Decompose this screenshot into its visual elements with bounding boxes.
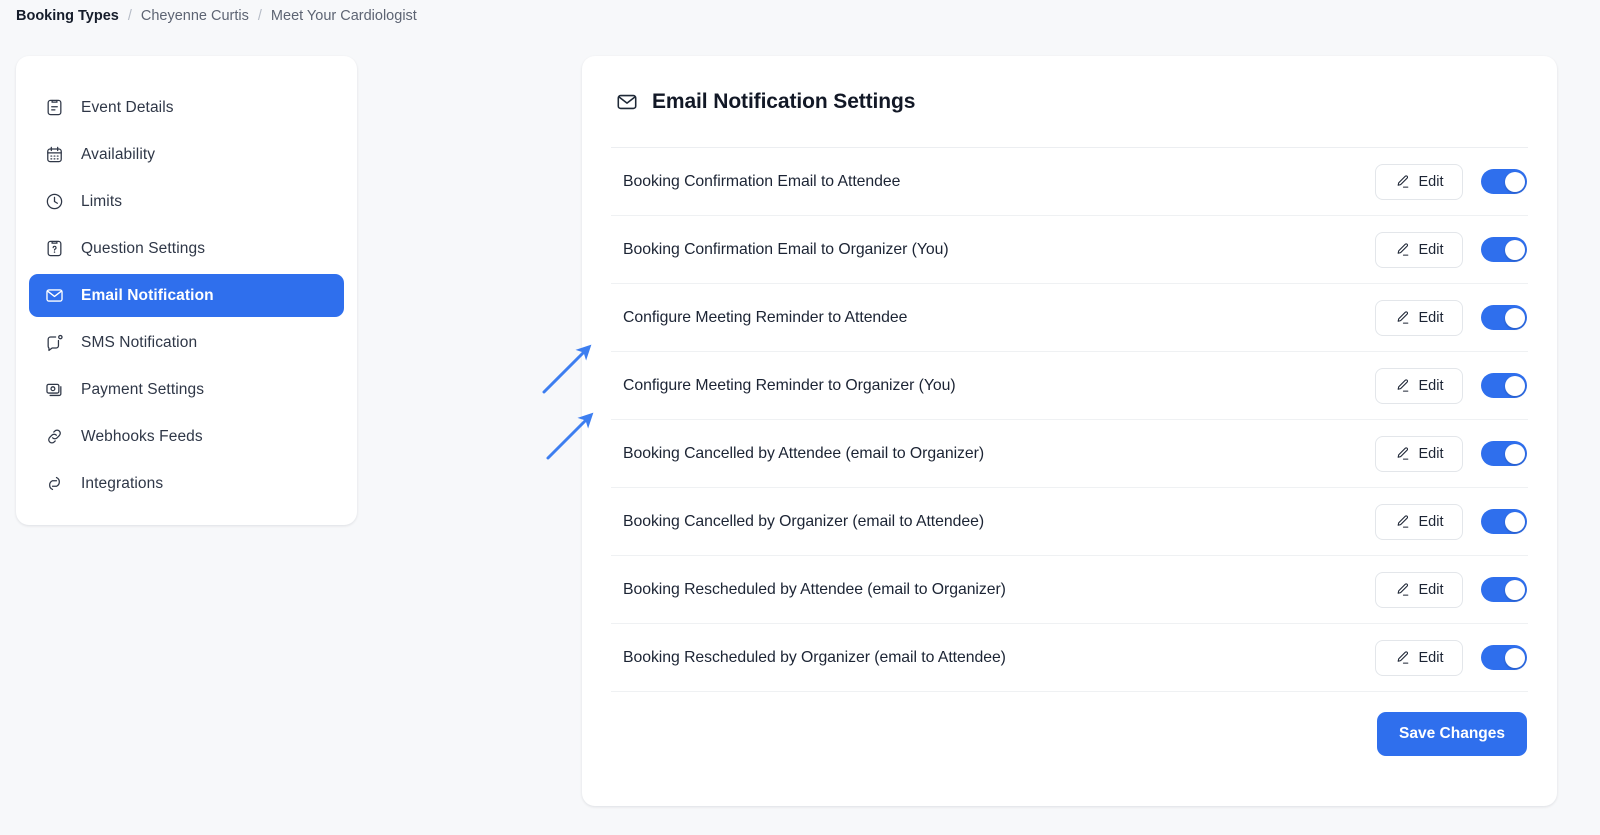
- row-label: Booking Rescheduled by Attendee (email t…: [623, 580, 1006, 598]
- sidebar-item-label: Availability: [81, 145, 156, 163]
- sidebar-item-payment-settings[interactable]: Payment Settings: [29, 368, 344, 411]
- toggle-knob: [1504, 171, 1525, 192]
- edit-button[interactable]: Edit: [1375, 503, 1463, 540]
- sidebar-item-question-settings[interactable]: Question Settings: [29, 227, 344, 270]
- sidebar-item-label: Webhooks Feeds: [81, 427, 203, 445]
- sidebar-item-label: SMS Notification: [81, 333, 198, 351]
- row-label: Booking Cancelled by Attendee (email to …: [623, 444, 985, 462]
- pencil-icon: [1395, 650, 1410, 665]
- settings-sidebar: Event Details Availability Limits Questi…: [16, 56, 357, 525]
- sidebar-item-label: Event Details: [81, 98, 174, 116]
- envelope-icon: [616, 91, 638, 113]
- integrations-icon: [45, 474, 64, 493]
- clock-icon: [45, 192, 64, 211]
- pencil-icon: [1395, 582, 1410, 597]
- toggle-knob: [1504, 239, 1525, 260]
- toggle-knob: [1504, 375, 1525, 396]
- enable-toggle[interactable]: [1481, 237, 1527, 262]
- link-icon: [45, 427, 64, 446]
- row-label: Booking Cancelled by Organizer (email to…: [623, 512, 985, 530]
- enable-toggle[interactable]: [1481, 305, 1527, 330]
- envelope-icon: [45, 286, 64, 305]
- enable-toggle[interactable]: [1481, 373, 1527, 398]
- edit-button[interactable]: Edit: [1375, 231, 1463, 268]
- save-changes-button[interactable]: Save Changes: [1377, 712, 1527, 756]
- edit-button[interactable]: Edit: [1375, 299, 1463, 336]
- edit-button-label: Edit: [1418, 649, 1444, 666]
- app-root: Booking Types / Cheyenne Curtis / Meet Y…: [0, 0, 1600, 835]
- table-row: Booking Rescheduled by Attendee (email t…: [611, 556, 1528, 624]
- edit-button-label: Edit: [1418, 241, 1444, 258]
- edit-button[interactable]: Edit: [1375, 639, 1463, 676]
- sidebar-item-email-notification[interactable]: Email Notification: [29, 274, 344, 317]
- page-title: Email Notification Settings: [652, 89, 916, 113]
- question-clipboard-icon: [45, 239, 64, 258]
- edit-button-label: Edit: [1418, 309, 1444, 326]
- payment-card-icon: [45, 380, 64, 399]
- pencil-icon: [1395, 310, 1410, 325]
- enable-toggle[interactable]: [1481, 441, 1527, 466]
- row-label: Configure Meeting Reminder to Organizer …: [623, 376, 956, 394]
- breadcrumb-item-booking-types[interactable]: Booking Types: [16, 8, 119, 24]
- clipboard-icon: [45, 98, 64, 117]
- panel-header: Email Notification Settings: [611, 56, 1528, 147]
- row-label: Booking Confirmation Email to Organizer …: [623, 240, 949, 258]
- table-row: Booking Confirmation Email to Attendee E…: [611, 148, 1528, 216]
- edit-button-label: Edit: [1418, 173, 1444, 190]
- edit-button[interactable]: Edit: [1375, 435, 1463, 472]
- enable-toggle[interactable]: [1481, 509, 1527, 534]
- breadcrumb-item-meet-your-cardiologist[interactable]: Meet Your Cardiologist: [271, 8, 417, 24]
- sidebar-item-event-details[interactable]: Event Details: [29, 86, 344, 129]
- pencil-icon: [1395, 174, 1410, 189]
- row-label: Configure Meeting Reminder to Attendee: [623, 308, 908, 326]
- sidebar-item-label: Question Settings: [81, 239, 206, 257]
- sidebar-item-availability[interactable]: Availability: [29, 133, 344, 176]
- row-label: Booking Confirmation Email to Attendee: [623, 172, 901, 190]
- edit-button[interactable]: Edit: [1375, 163, 1463, 200]
- breadcrumb-item-cheyenne-curtis[interactable]: Cheyenne Curtis: [141, 8, 249, 24]
- table-row: Booking Rescheduled by Organizer (email …: [611, 624, 1528, 692]
- edit-button-label: Edit: [1418, 445, 1444, 462]
- sidebar-item-label: Limits: [81, 192, 123, 210]
- sidebar-item-label: Payment Settings: [81, 380, 205, 398]
- notification-rows: Booking Confirmation Email to Attendee E…: [611, 148, 1528, 692]
- calendar-icon: [45, 145, 64, 164]
- toggle-knob: [1504, 511, 1525, 532]
- toggle-knob: [1504, 647, 1525, 668]
- edit-button-label: Edit: [1418, 581, 1444, 598]
- enable-toggle[interactable]: [1481, 169, 1527, 194]
- panel-footer: Save Changes: [611, 692, 1528, 776]
- pencil-icon: [1395, 242, 1410, 257]
- edit-button-label: Edit: [1418, 513, 1444, 530]
- email-notification-panel: Email Notification Settings Booking Conf…: [582, 56, 1557, 806]
- table-row: Booking Cancelled by Attendee (email to …: [611, 420, 1528, 488]
- sidebar-item-label: Integrations: [81, 474, 164, 492]
- edit-button[interactable]: Edit: [1375, 367, 1463, 404]
- pencil-icon: [1395, 446, 1410, 461]
- table-row: Booking Cancelled by Organizer (email to…: [611, 488, 1528, 556]
- table-row: Configure Meeting Reminder to Organizer …: [611, 352, 1528, 420]
- sidebar-item-webhooks-feeds[interactable]: Webhooks Feeds: [29, 415, 344, 458]
- pencil-icon: [1395, 514, 1410, 529]
- edit-button-label: Edit: [1418, 377, 1444, 394]
- message-bubble-icon: [45, 333, 64, 352]
- toggle-knob: [1504, 443, 1525, 464]
- toggle-knob: [1504, 307, 1525, 328]
- toggle-knob: [1504, 579, 1525, 600]
- breadcrumb-separator: /: [257, 8, 262, 24]
- sidebar-item-limits[interactable]: Limits: [29, 180, 344, 223]
- table-row: Booking Confirmation Email to Organizer …: [611, 216, 1528, 284]
- sidebar-item-integrations[interactable]: Integrations: [29, 462, 344, 505]
- breadcrumb-separator: /: [127, 8, 132, 24]
- enable-toggle[interactable]: [1481, 645, 1527, 670]
- row-label: Booking Rescheduled by Organizer (email …: [623, 648, 1006, 666]
- breadcrumb: Booking Types / Cheyenne Curtis / Meet Y…: [16, 0, 417, 32]
- sidebar-item-sms-notification[interactable]: SMS Notification: [29, 321, 344, 364]
- sidebar-item-label: Email Notification: [81, 286, 214, 304]
- pencil-icon: [1395, 378, 1410, 393]
- edit-button[interactable]: Edit: [1375, 571, 1463, 608]
- enable-toggle[interactable]: [1481, 577, 1527, 602]
- table-row: Configure Meeting Reminder to Attendee E…: [611, 284, 1528, 352]
